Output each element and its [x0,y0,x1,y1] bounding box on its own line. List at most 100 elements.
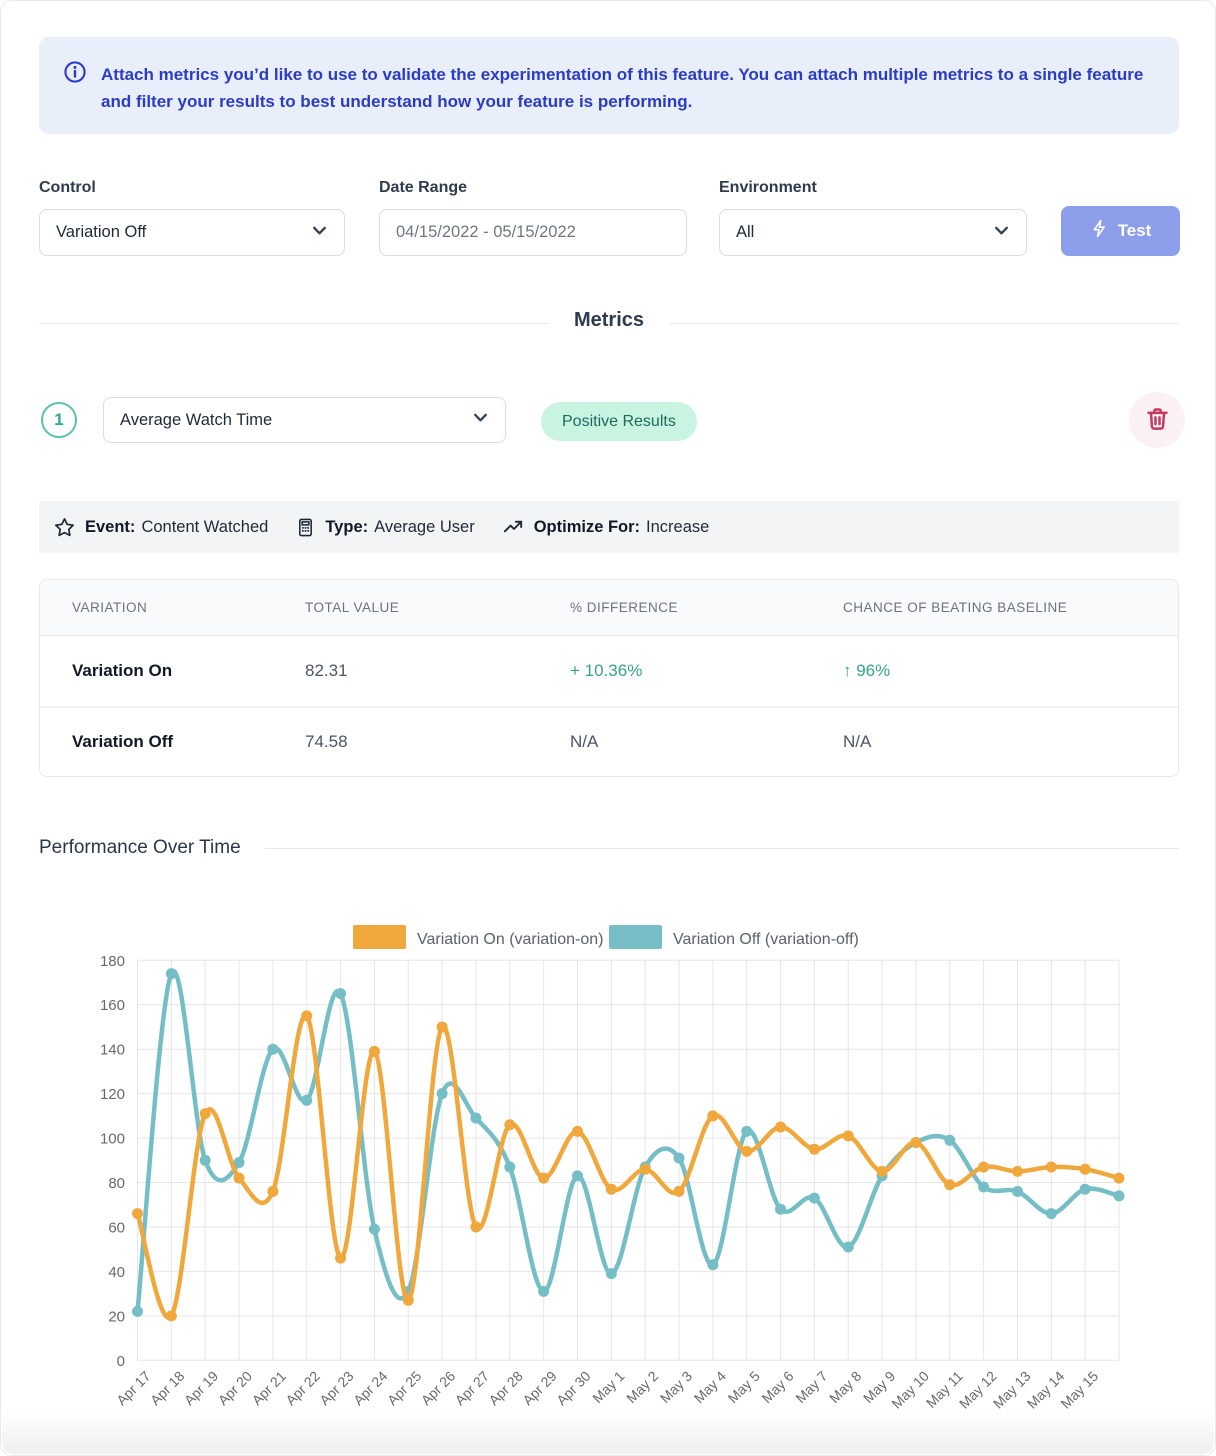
data-point-variation-on[interactable] [1080,1164,1091,1175]
data-point-variation-off[interactable] [674,1153,685,1164]
data-point-variation-on[interactable] [301,1010,312,1021]
environment-select[interactable]: All [719,209,1027,256]
data-point-variation-on[interactable] [741,1146,752,1157]
data-point-variation-off[interactable] [538,1286,549,1297]
data-point-variation-off[interactable] [504,1161,515,1172]
variation-name: Variation Off [40,732,305,752]
data-point-variation-on[interactable] [775,1121,786,1132]
results-table: VARIATION TOTAL VALUE % DIFFERENCE CHANC… [39,579,1179,777]
data-point-variation-on[interactable] [369,1046,380,1057]
legend-item[interactable]: Variation On (variation-on) [353,925,603,949]
data-point-variation-off[interactable] [809,1193,820,1204]
banner-text: Attach metrics you’d like to use to vali… [101,65,1143,111]
experiment-metrics-page: Attach metrics you’d like to use to vali… [0,0,1216,1456]
legend-item[interactable]: Variation Off (variation-off) [609,925,859,949]
data-point-variation-on[interactable] [674,1186,685,1197]
y-axis-tick: 20 [108,1308,125,1325]
data-point-variation-on[interactable] [267,1186,278,1197]
x-axis-tick: Apr 28 [485,1368,526,1409]
info-icon [63,60,87,92]
data-point-variation-on[interactable] [1114,1173,1125,1184]
delete-metric-button[interactable] [1129,392,1185,448]
data-point-variation-on[interactable] [1012,1166,1023,1177]
data-point-variation-on[interactable] [944,1179,955,1190]
metric-number-badge: 1 [41,402,77,438]
data-point-variation-on[interactable] [843,1130,854,1141]
data-point-variation-on[interactable] [234,1173,245,1184]
x-axis-tick: May 4 [691,1368,729,1406]
data-point-variation-off[interactable] [707,1259,718,1270]
col-header-total-value: TOTAL VALUE [305,600,570,615]
data-point-variation-off[interactable] [944,1135,955,1146]
col-header-variation: VARIATION [40,600,305,615]
data-point-variation-on[interactable] [403,1295,414,1306]
x-axis-tick: May 8 [826,1368,864,1406]
type-value: Average User [374,518,475,537]
data-point-variation-off[interactable] [166,968,177,979]
date-range-input[interactable]: 04/15/2022 - 05/15/2022 [379,209,687,256]
difference-value: N/A [570,732,843,752]
total-value: 82.31 [305,661,570,681]
data-point-variation-off[interactable] [437,1088,448,1099]
data-point-variation-on[interactable] [707,1110,718,1121]
data-point-variation-on[interactable] [470,1221,481,1232]
data-point-variation-off[interactable] [775,1204,786,1215]
data-point-variation-on[interactable] [538,1173,549,1184]
data-point-variation-on[interactable] [437,1021,448,1032]
data-point-variation-off[interactable] [301,1095,312,1106]
data-point-variation-on[interactable] [978,1161,989,1172]
data-point-variation-on[interactable] [200,1108,211,1119]
metric-select[interactable]: Average Watch Time [103,397,506,443]
control-select[interactable]: Variation Off [39,209,345,256]
y-axis-tick: 100 [100,1131,125,1148]
x-axis-tick: Apr 26 [418,1368,459,1409]
data-point-variation-on[interactable] [640,1164,651,1175]
legend-swatch [609,925,662,949]
data-point-variation-on[interactable] [335,1253,346,1264]
chevron-down-icon [993,222,1010,244]
data-point-variation-off[interactable] [741,1126,752,1137]
x-axis-tick: May 3 [657,1368,695,1406]
data-point-variation-off[interactable] [335,988,346,999]
data-point-variation-on[interactable] [809,1144,820,1155]
data-point-variation-off[interactable] [267,1044,278,1055]
col-header-difference: % DIFFERENCE [570,600,843,615]
data-point-variation-on[interactable] [572,1126,583,1137]
x-axis-tick: Apr 19 [181,1368,222,1409]
data-point-variation-off[interactable] [572,1170,583,1181]
x-axis-tick: Apr 23 [316,1368,357,1409]
data-point-variation-off[interactable] [1114,1190,1125,1201]
date-range-label: Date Range [379,179,467,197]
data-point-variation-off[interactable] [1080,1184,1091,1195]
chance-value: ↑ 96% [843,661,1178,681]
optimize-value: Increase [646,518,709,537]
x-axis-tick: Apr 17 [113,1368,154,1409]
data-point-variation-off[interactable] [978,1181,989,1192]
data-point-variation-on[interactable] [132,1208,143,1219]
info-banner: Attach metrics you’d like to use to vali… [39,37,1179,134]
y-axis-tick: 180 [100,953,125,970]
test-button[interactable]: Test [1061,206,1180,256]
data-point-variation-off[interactable] [1046,1208,1057,1219]
data-point-variation-off[interactable] [1012,1186,1023,1197]
data-point-variation-off[interactable] [843,1241,854,1252]
x-axis-tick: Apr 18 [147,1368,188,1409]
data-point-variation-off[interactable] [369,1224,380,1235]
data-point-variation-off[interactable] [200,1155,211,1166]
x-axis-tick: May 7 [792,1368,830,1406]
data-point-variation-on[interactable] [910,1137,921,1148]
data-point-variation-on[interactable] [1046,1161,1057,1172]
data-point-variation-on[interactable] [877,1166,888,1177]
data-point-variation-on[interactable] [166,1310,177,1321]
data-point-variation-off[interactable] [470,1113,481,1124]
x-axis-tick: Apr 20 [215,1368,256,1409]
data-point-variation-on[interactable] [606,1184,617,1195]
col-header-chance: CHANCE OF BEATING BASELINE [843,600,1178,615]
control-select-value: Variation Off [56,223,311,242]
chevron-down-icon [472,409,489,431]
lightning-bolt-icon [1090,219,1109,243]
data-point-variation-on[interactable] [504,1119,515,1130]
legend-label: Variation On (variation-on) [417,931,603,948]
data-point-variation-off[interactable] [132,1306,143,1317]
data-point-variation-off[interactable] [606,1268,617,1279]
